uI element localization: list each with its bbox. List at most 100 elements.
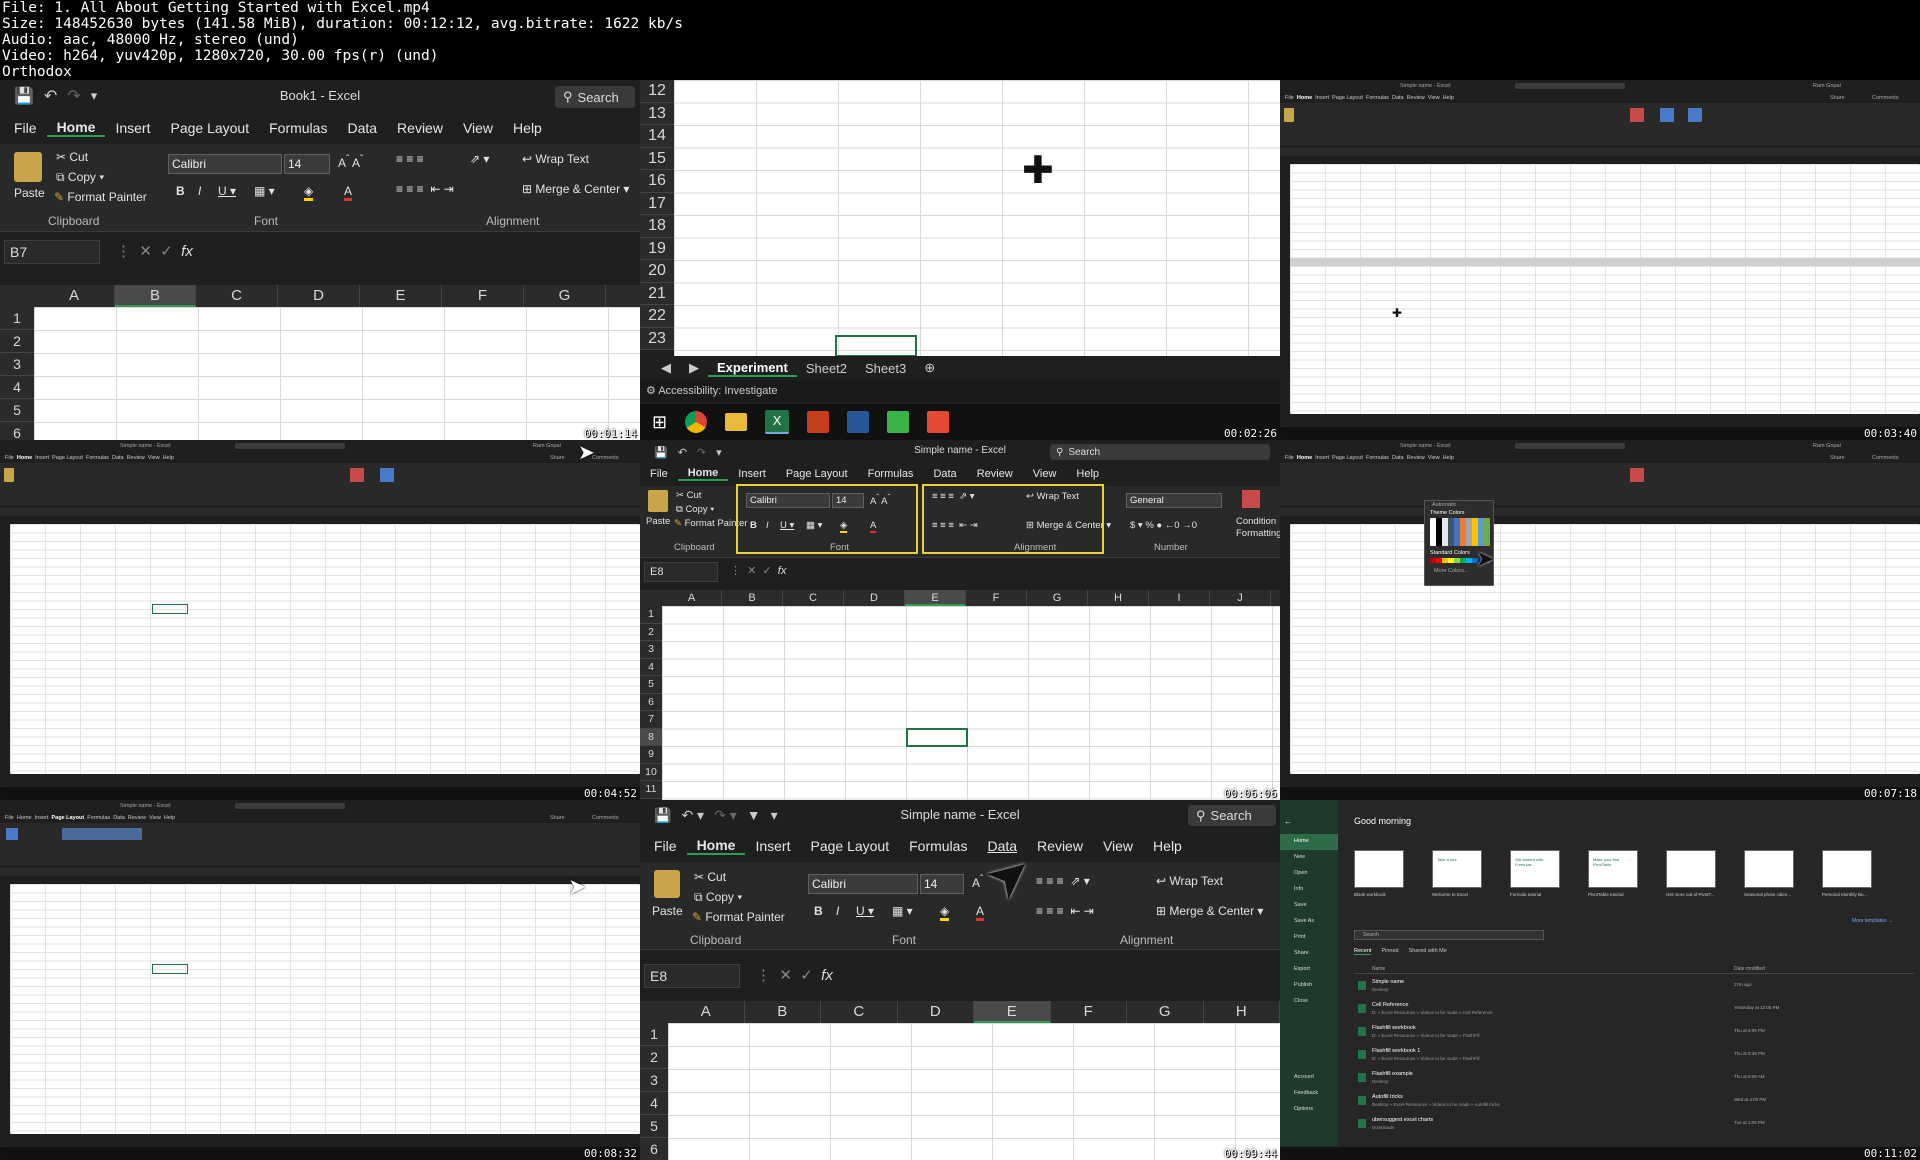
template-card-3[interactable]: Make your first PivotTable [1588, 850, 1638, 888]
more-colors-link[interactable]: More Colors... [1434, 568, 1469, 574]
nav-item-9[interactable]: Publish [1280, 978, 1338, 994]
align-left-icon[interactable]: ≡ ≡ ≡ ⇤ ⇥ [396, 182, 454, 196]
col-f[interactable]: F [442, 285, 524, 307]
format-painter-button[interactable]: ✎ Format Painter [54, 190, 147, 204]
powerpoint-icon[interactable] [807, 411, 830, 433]
file-row[interactable]: Flashfill example Desktop Thu at 9:08 AM [1354, 1070, 1914, 1093]
col-c[interactable]: C [196, 285, 278, 307]
format-painter-button[interactable]: ✎ Format Painter [692, 910, 785, 924]
italic-icon[interactable]: I [198, 184, 201, 198]
recorder-icon[interactable] [927, 411, 950, 433]
tab-insert[interactable]: Insert [105, 120, 160, 136]
search-box[interactable]: ⚲ Search [555, 86, 635, 108]
tab-file[interactable]: File [4, 120, 47, 136]
filter-icon[interactable]: ▼ [747, 807, 761, 823]
name-box[interactable]: E8 [644, 964, 740, 988]
font-name-combo[interactable]: Calibri [168, 154, 282, 174]
undo-icon[interactable]: ↶ ▾ [681, 807, 704, 824]
merge-center-button[interactable]: ⊞ Merge & Center ▾ [522, 182, 629, 196]
mini-search[interactable] [1515, 443, 1625, 449]
paste-icon[interactable] [648, 490, 668, 512]
start-icon[interactable]: ⊞ [652, 412, 667, 433]
redo-icon[interactable]: ↷ [697, 446, 706, 459]
tab-page-layout[interactable]: Page Layout [160, 120, 259, 136]
mini-share[interactable]: Share [550, 815, 565, 821]
conditional-formatting-label-2[interactable]: Formatting [1236, 528, 1280, 539]
prev-sheet-icon[interactable]: ◀ [652, 360, 680, 376]
sheet-grid[interactable] [34, 307, 640, 440]
nav-item-3[interactable]: Info [1280, 882, 1338, 898]
redo-icon[interactable]: ↷ ▾ [714, 807, 737, 824]
tab-help[interactable]: Help [1143, 838, 1192, 854]
paste-button[interactable]: Paste [652, 904, 683, 918]
italic-icon[interactable]: I [836, 904, 839, 918]
tab-file[interactable]: File [640, 468, 678, 480]
mini-comments[interactable]: Comments [1872, 95, 1899, 101]
col-g[interactable]: G [524, 285, 606, 307]
undo-icon[interactable]: ↶ [678, 446, 687, 459]
nav-item-8[interactable]: Export [1280, 962, 1338, 978]
filter-shared[interactable]: Shared with Me [1409, 948, 1447, 955]
mini-share[interactable]: Share [550, 455, 565, 461]
name-box[interactable]: E8 [644, 562, 718, 582]
bold-icon[interactable]: B [176, 184, 185, 198]
undo-icon[interactable]: ↶ [44, 86, 57, 106]
tab-home[interactable]: Home [46, 119, 106, 137]
save-icon[interactable]: 💾 [654, 807, 671, 824]
conditional-formatting-icon[interactable] [1242, 490, 1260, 508]
number-format-combo[interactable]: General [1126, 493, 1222, 508]
search-box[interactable]: ⚲ Search [1188, 805, 1276, 826]
font-color-icon[interactable]: A [344, 184, 353, 201]
merge-center-button[interactable]: ⊞ Merge & Center ▾ [1156, 904, 1263, 918]
nav-item-11[interactable]: Account [1280, 1070, 1338, 1086]
tab-page-layout[interactable]: Page Layout [776, 468, 858, 480]
currency-icon[interactable]: $ ▾ % ● ←0 →0 [1130, 520, 1197, 531]
font-size-combo[interactable]: 14 [284, 154, 330, 174]
copy-button[interactable]: ⧉ Copy ▾ [694, 890, 742, 905]
theme-color-swatches[interactable] [1430, 518, 1490, 546]
customize-icon[interactable]: ▾ [716, 446, 722, 459]
grow-font-icon[interactable]: Aˆ Aˇ [338, 154, 363, 170]
col-b[interactable]: B [115, 285, 196, 307]
conditional-formatting-label[interactable]: Condition [1236, 516, 1276, 527]
file-search[interactable]: Search [1354, 930, 1544, 940]
search-box[interactable]: ⚲ Search [1050, 444, 1270, 460]
tab-insert[interactable]: Insert [728, 468, 776, 480]
paste-button[interactable]: Paste [646, 516, 670, 527]
accessibility-icon[interactable]: ⚙ [646, 385, 658, 397]
nav-item-13[interactable]: Options [1280, 1102, 1338, 1118]
orientation-icon[interactable]: ⇗ ▾ [470, 152, 489, 166]
cut-button[interactable]: ✂ Cut [56, 150, 88, 164]
nav-item-2[interactable]: Open [1280, 866, 1338, 882]
add-sheet-icon[interactable]: ⊕ [915, 360, 944, 376]
fill-color-icon[interactable]: ◈ [304, 184, 314, 201]
paste-button[interactable]: Paste [14, 186, 45, 200]
tab-page-layout[interactable]: Page Layout [800, 838, 899, 854]
tab-formulas[interactable]: Formulas [899, 838, 977, 854]
file-row[interactable]: Flashfill workbook 1 D: » Excel Resources… [1354, 1047, 1914, 1070]
tab-view[interactable]: View [1093, 838, 1143, 854]
nav-item-12[interactable]: Feedback [1280, 1086, 1338, 1102]
file-row[interactable]: Cell Reference D: » Excel Resources » Vid… [1354, 1001, 1914, 1024]
nav-item-0[interactable]: Home [1280, 834, 1338, 850]
explorer-icon[interactable] [725, 413, 748, 431]
underline-icon[interactable]: U ▾ [856, 904, 874, 918]
font-color-icon[interactable]: A [976, 904, 985, 921]
filter-pinned[interactable]: Pinned [1381, 948, 1398, 955]
tab-help[interactable]: Help [503, 120, 552, 136]
file-row[interactable]: Flashfill workbook D: » Excel Resources »… [1354, 1024, 1914, 1047]
sheet-grid[interactable] [668, 1023, 1280, 1160]
chrome-icon[interactable] [685, 411, 708, 433]
name-box[interactable]: B7 [4, 240, 100, 264]
tab-help[interactable]: Help [1066, 468, 1109, 480]
save-icon[interactable]: 💾 [14, 86, 34, 106]
template-card-6[interactable] [1822, 850, 1872, 888]
tab-data[interactable]: Data [337, 120, 387, 136]
nav-item-6[interactable]: Print [1280, 930, 1338, 946]
tab-view[interactable]: View [453, 120, 503, 136]
tab-formulas[interactable]: Formulas [858, 468, 924, 480]
paste-icon[interactable] [14, 152, 42, 182]
bold-icon[interactable]: B [814, 904, 823, 918]
template-card-4[interactable] [1666, 850, 1716, 888]
cut-button[interactable]: ✂ Cut [694, 870, 726, 884]
